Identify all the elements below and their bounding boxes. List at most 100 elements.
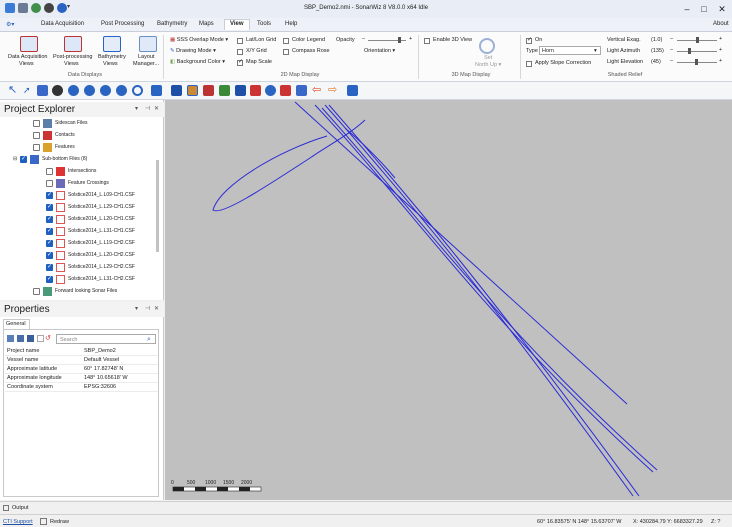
latlon-grid-label[interactable]: Lat/Lon Grid	[246, 37, 276, 43]
layout-manager-sub[interactable]: Manager...	[133, 61, 159, 67]
tree-item[interactable]: Solstice2014_L.L20-CH1.CSF	[0, 214, 155, 226]
light-azimuth-thumb[interactable]	[688, 48, 691, 54]
tree-item[interactable]: Solstice2014_L.L29-CH1.CSF	[0, 202, 155, 214]
property-row[interactable]: Approximate longitude 148° 10.65618' W	[5, 374, 158, 383]
shaded-relief-on-label[interactable]: On	[535, 37, 542, 43]
file-menu-icon[interactable]: ⚙▾	[6, 21, 14, 28]
tree-item-checkbox[interactable]	[33, 132, 40, 139]
xy-grid-checkbox[interactable]	[237, 49, 243, 55]
data-acquisition-views-icon[interactable]	[20, 36, 38, 52]
property-value[interactable]: EPSG:32606	[84, 384, 116, 390]
categorized-icon[interactable]	[7, 335, 14, 342]
at-icon[interactable]	[265, 85, 276, 96]
tree-item-checkbox[interactable]	[46, 203, 53, 211]
output-icon[interactable]	[3, 505, 9, 511]
enable-3d-view-label[interactable]: Enable 3D View	[433, 37, 472, 43]
tree-item[interactable]: Solstice2014_L.L09-CH1.CSF	[0, 190, 155, 202]
menu-help[interactable]: Help	[285, 21, 297, 27]
zoom-extents-icon[interactable]	[68, 85, 79, 96]
target-icon[interactable]	[235, 85, 246, 96]
vertical-exag-minus-icon[interactable]: –	[670, 36, 673, 42]
select-arrow-icon[interactable]: ↖	[8, 85, 19, 96]
light-azimuth-minus-icon[interactable]: –	[670, 47, 673, 53]
add-icon[interactable]	[132, 85, 143, 96]
tree-item[interactable]: Solstice2014_L.L19-CH2.CSF	[0, 238, 155, 250]
zoom-in-icon[interactable]	[84, 85, 95, 96]
bathymetry-views-icon[interactable]	[103, 36, 121, 52]
opacity-slider-thumb[interactable]	[398, 37, 401, 43]
grid-icon[interactable]	[280, 85, 291, 96]
search-icon[interactable]: ⌕	[147, 336, 151, 344]
sss-overlap-mode-dropdown[interactable]: ▦ SSS Overlap Mode ▾	[170, 37, 228, 43]
save-props-icon[interactable]	[27, 335, 34, 342]
profile-icon[interactable]	[296, 85, 307, 96]
orientation-dropdown[interactable]: Orientation ▾	[364, 48, 395, 54]
set-north-up-label[interactable]: Set	[484, 55, 492, 61]
tree-item[interactable]: Solstice2014_L.L31-CH2.CSF	[0, 274, 155, 286]
center-icon[interactable]	[116, 85, 127, 96]
sort-az-icon[interactable]	[17, 335, 24, 342]
map-scale-checkbox[interactable]	[237, 58, 243, 66]
tree-item-checkbox[interactable]	[46, 251, 53, 259]
tree-item-checkbox[interactable]	[46, 180, 53, 187]
tree-item[interactable]: ⊟ Sub-bottom Files (8)	[0, 154, 155, 166]
panel-menu-icon[interactable]: ▾	[135, 105, 138, 112]
tree-item[interactable]: Solstice2014_L.L29-CH2.CSF	[0, 262, 155, 274]
set-north-up-icon[interactable]	[479, 38, 495, 54]
print-icon[interactable]	[347, 85, 358, 96]
layout-manager-label[interactable]: Layout	[138, 54, 155, 60]
property-value[interactable]: 148° 10.65618' W	[84, 375, 128, 381]
flag-icon[interactable]	[171, 85, 182, 96]
light-elevation-minus-icon[interactable]: –	[670, 58, 673, 64]
undo-icon[interactable]: ↺	[45, 334, 53, 343]
back-arrow-icon[interactable]: ⇦	[312, 85, 323, 96]
light-azimuth-plus-icon[interactable]: +	[719, 47, 722, 53]
cross-icon[interactable]	[250, 85, 261, 96]
survey-track-loop[interactable]	[212, 119, 366, 212]
xy-grid-label[interactable]: X/Y Grid	[246, 48, 267, 54]
tree-item-checkbox[interactable]	[46, 215, 53, 223]
panel-menu-icon[interactable]: ▾	[135, 305, 138, 312]
pin-icon[interactable]: ⊣	[145, 305, 150, 312]
property-row[interactable]: Project name SBP_Demo2	[5, 347, 158, 356]
tree-item-checkbox[interactable]	[33, 144, 40, 151]
set-north-up-sub[interactable]: North Up ▾	[475, 62, 501, 68]
map-view[interactable]: 0 500 1000 1500 2000	[165, 100, 732, 500]
props-page-icon[interactable]	[37, 335, 44, 342]
tree-item-checkbox[interactable]	[46, 227, 53, 235]
property-row[interactable]: Approximate latitude 60° 17.82748' N	[5, 365, 158, 374]
pointer-icon[interactable]: ➚	[23, 85, 34, 96]
minimize-button[interactable]: –	[680, 3, 694, 15]
tree-item-checkbox[interactable]	[46, 263, 53, 271]
menu-maps[interactable]: Maps	[199, 21, 214, 27]
tree-item-checkbox[interactable]	[46, 168, 53, 175]
tree-item[interactable]: Solstice2014_L.L20-CH2.CSF	[0, 250, 155, 262]
close-panel-icon[interactable]: ✕	[154, 305, 159, 312]
tree-item[interactable]: Features	[0, 142, 155, 154]
latlon-grid-checkbox[interactable]	[237, 38, 243, 44]
drawing-mode-dropdown[interactable]: ✎ Drawing Mode ▾	[170, 48, 216, 54]
zoom-out-icon[interactable]	[100, 85, 111, 96]
survey-track-line[interactable]	[321, 107, 658, 471]
zoom-window-icon[interactable]	[52, 85, 63, 96]
light-elevation-plus-icon[interactable]: +	[719, 58, 722, 64]
cti-support-link[interactable]: CTI Support	[3, 519, 33, 525]
tree-item-checkbox[interactable]	[46, 191, 53, 199]
light-elevation-thumb[interactable]	[695, 59, 698, 65]
post-processing-views-sub[interactable]: Views	[64, 61, 79, 67]
forward-arrow-icon[interactable]: ⇨	[328, 85, 339, 96]
apply-slope-label[interactable]: Apply Slope Correction	[535, 60, 591, 66]
color-legend-label[interactable]: Color Legend	[292, 37, 325, 43]
menu-tools[interactable]: Tools	[257, 21, 271, 27]
menu-post-processing[interactable]: Post Processing	[101, 21, 144, 27]
tree-item-checkbox[interactable]	[46, 239, 53, 247]
bathymetry-views-sub[interactable]: Views	[103, 61, 118, 67]
close-panel-icon[interactable]: ✕	[154, 105, 159, 112]
post-processing-views-icon[interactable]	[64, 36, 82, 52]
property-value[interactable]: SBP_Demo2	[84, 348, 116, 354]
vertical-exag-plus-icon[interactable]: +	[719, 36, 722, 42]
tree-item[interactable]: Solstice2014_L.L31-CH1.CSF	[0, 226, 155, 238]
tree-item[interactable]: Forward looking Sonar Files	[0, 286, 155, 298]
property-row[interactable]: Vessel name Default Vessel	[5, 356, 158, 365]
light-azimuth-slider[interactable]	[677, 51, 717, 52]
